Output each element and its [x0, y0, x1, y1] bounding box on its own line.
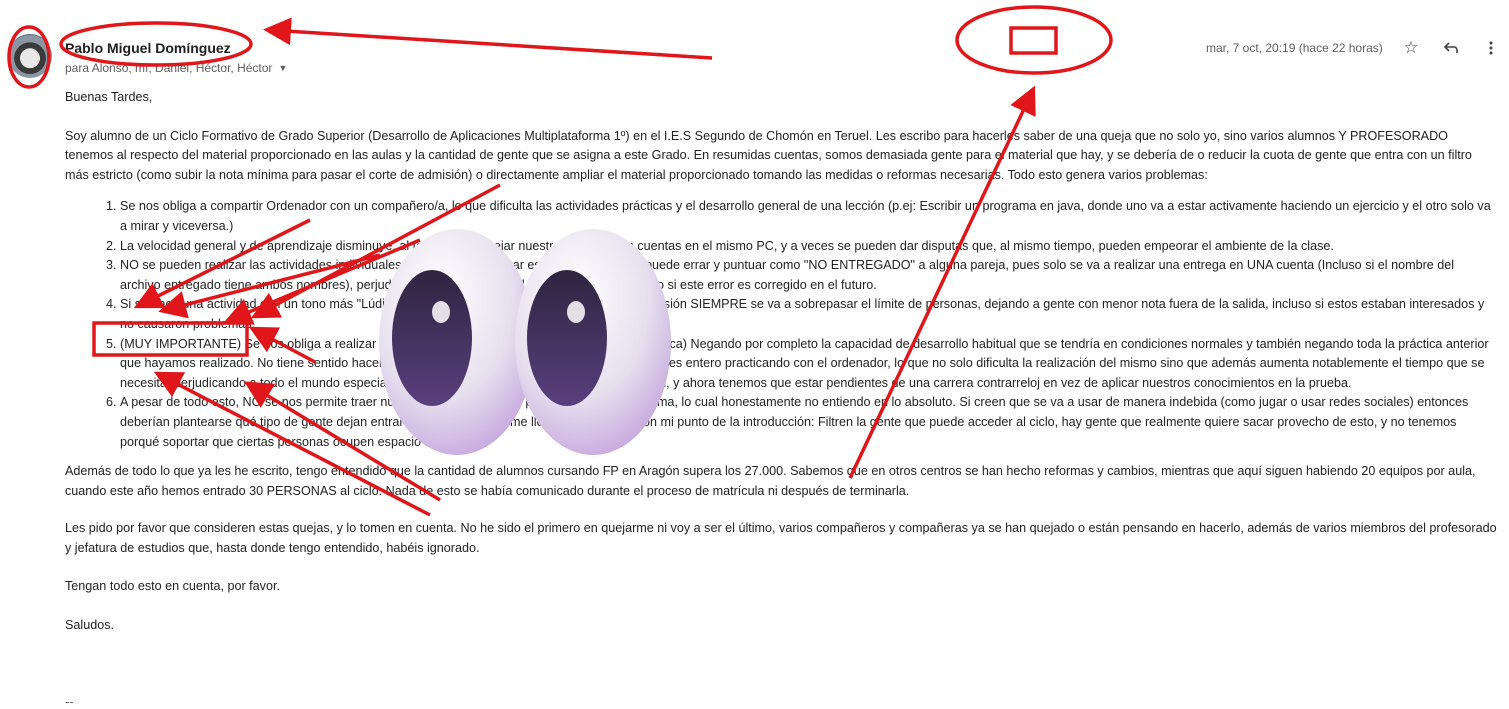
issue-item: Si se hace una actividad con un tono más… — [120, 295, 1497, 334]
annotation-circle-header — [955, 5, 1113, 75]
email-body: Buenas Tardes, Soy alumno de un Ciclo Fo… — [65, 88, 1497, 636]
chevron-down-icon[interactable]: ▼ — [278, 63, 287, 73]
greeting: Buenas Tardes, — [65, 90, 153, 104]
signature-separator: -- — [65, 695, 74, 709]
reply-icon[interactable] — [1441, 38, 1461, 58]
paragraph: Les pido por favor que consideren estas … — [65, 521, 1497, 555]
recipients-text: para Alonso, mí, Daniel, Héctor, Héctor — [65, 61, 273, 75]
email-timestamp: mar, 7 oct, 20:19 (hace 22 horas) — [1206, 41, 1383, 55]
star-icon[interactable]: ☆ — [1401, 38, 1421, 58]
intro-paragraph: Soy alumno de un Ciclo Formativo de Grad… — [65, 128, 1472, 182]
issue-item: La velocidad general y de aprendizaje di… — [120, 237, 1497, 257]
issue-item: Se nos obliga a compartir Ordenador con … — [120, 197, 1497, 236]
annotation-arrow — [263, 17, 713, 60]
issue-item: NO se pueden realizar las actividades in… — [120, 256, 1497, 295]
issues-list: Se nos obliga a compartir Ordenador con … — [65, 197, 1497, 452]
sender-avatar[interactable] — [8, 34, 52, 78]
closing-line: Saludos. — [65, 618, 115, 633]
more-vertical-icon[interactable] — [1481, 38, 1501, 58]
sender-name[interactable]: Pablo Miguel Domínguez — [65, 40, 231, 56]
paragraph: Además de todo lo que ya les he escrito,… — [65, 464, 1476, 498]
issue-item: A pesar de todo esto, NO se nos permite … — [120, 393, 1497, 452]
recipients-line[interactable]: para Alonso, mí, Daniel, Héctor, Héctor … — [65, 61, 287, 75]
closing-line: Tengan todo esto en cuenta, por favor. — [65, 579, 280, 594]
eyes-emoji-icon — [379, 229, 671, 455]
issue-item: (MUY IMPORTANTE) Se nos obliga a realiza… — [120, 335, 1497, 394]
annotation-small-box — [1009, 26, 1058, 55]
